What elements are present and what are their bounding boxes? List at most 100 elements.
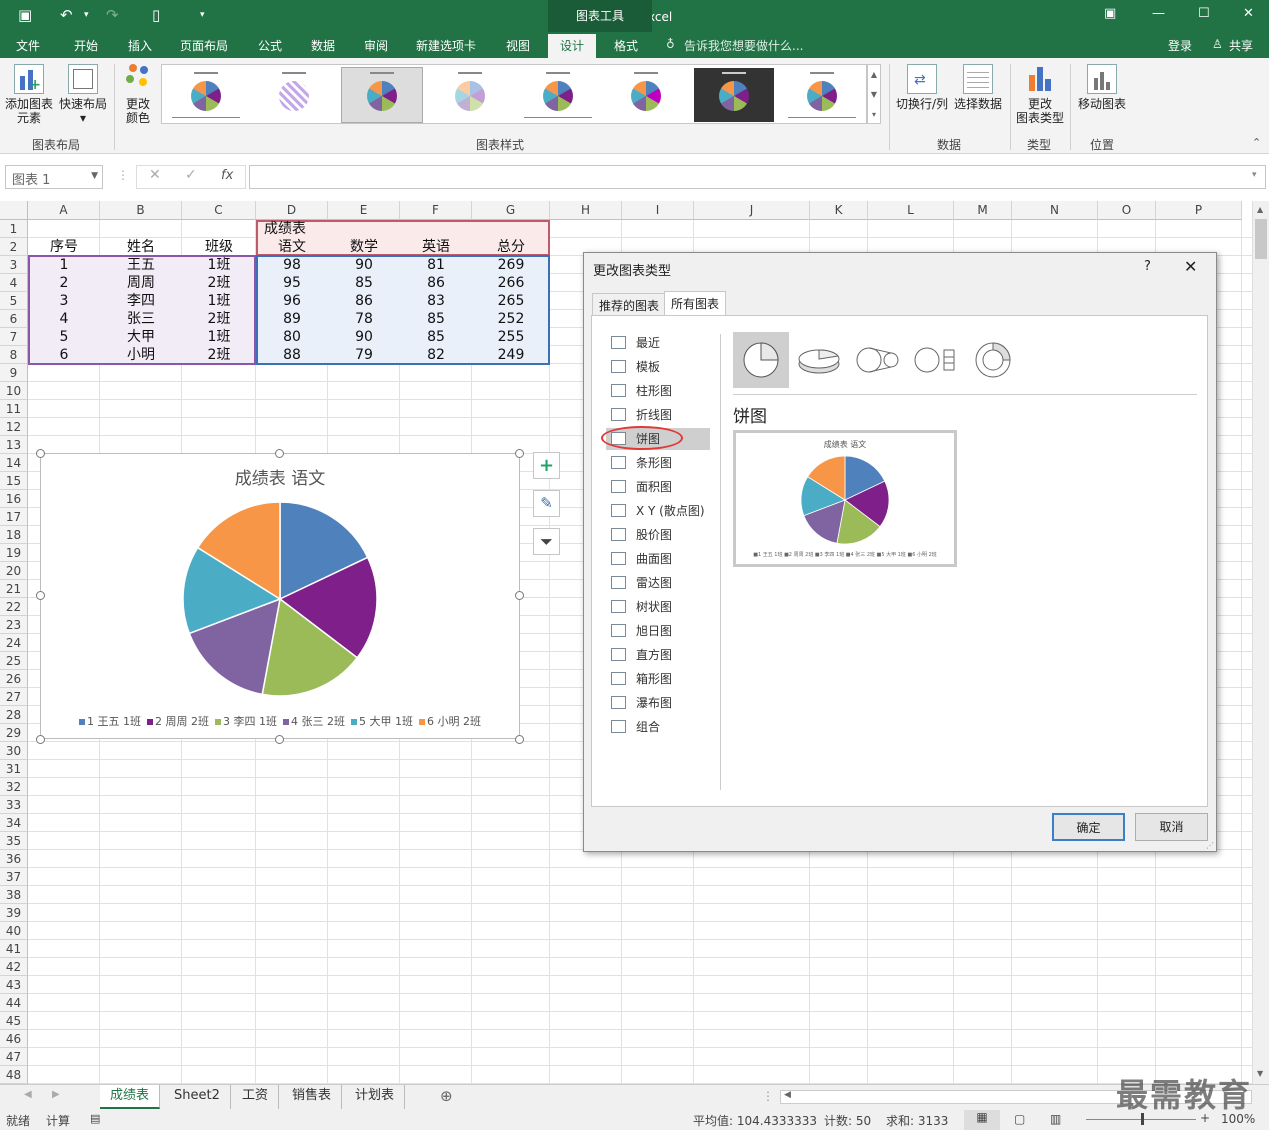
column-header[interactable]: G xyxy=(472,201,550,220)
table-cell[interactable]: 86 xyxy=(400,274,472,292)
row-header[interactable]: 36 xyxy=(0,850,28,868)
legend-entry[interactable]: 6 小明 2班 xyxy=(419,713,481,729)
scroll-left-icon[interactable]: ◀ xyxy=(784,1090,791,1100)
column-header[interactable]: A xyxy=(28,201,100,220)
table-cell[interactable]: 王五 xyxy=(100,256,182,274)
row-header[interactable]: 8 xyxy=(0,346,28,364)
chart-elements-plus-icon[interactable]: + xyxy=(533,452,560,479)
sheet-tab[interactable]: 计划表 xyxy=(345,1085,406,1109)
ok-button[interactable]: 确定 xyxy=(1052,813,1125,841)
switch-row-column-button[interactable]: ⇄ 切换行/列 xyxy=(893,64,951,111)
chart-style-5[interactable] xyxy=(518,68,598,122)
chart-type-item[interactable]: 旭日图 xyxy=(606,620,710,642)
row-header[interactable]: 12 xyxy=(0,418,28,436)
row-header[interactable]: 35 xyxy=(0,832,28,850)
scroll-down-icon[interactable]: ▼ xyxy=(1257,1069,1263,1078)
column-header[interactable]: H xyxy=(550,201,622,220)
table-cell[interactable]: 1班 xyxy=(182,292,256,310)
resize-grip-icon[interactable]: ⋰ xyxy=(1206,841,1214,850)
header-cell[interactable]: 语文 xyxy=(256,238,328,256)
row-header[interactable]: 40 xyxy=(0,922,28,940)
row-header[interactable]: 25 xyxy=(0,652,28,670)
resize-handle[interactable] xyxy=(36,449,45,458)
table-cell[interactable]: 5 xyxy=(28,328,100,346)
column-header[interactable]: K xyxy=(810,201,868,220)
row-header[interactable]: 21 xyxy=(0,580,28,598)
table-cell[interactable]: 81 xyxy=(400,256,472,274)
sheet-tab[interactable]: 销售表 xyxy=(282,1085,343,1109)
chart-style-1[interactable] xyxy=(166,68,246,122)
vertical-scrollbar[interactable]: ▲ ▼ xyxy=(1252,201,1269,1084)
chart-type-item[interactable]: 条形图 xyxy=(606,452,710,474)
chart-filter-icon[interactable]: ⏷ xyxy=(533,528,560,555)
chart-legend[interactable]: 1 王五 1班 2 周周 2班 3 李四 1班 4 张三 2班 5 大甲 1班 6 小明 … xyxy=(41,713,519,729)
table-cell[interactable]: 2班 xyxy=(182,274,256,292)
row-header[interactable]: 34 xyxy=(0,814,28,832)
resize-handle[interactable] xyxy=(275,449,284,458)
enter-icon[interactable]: ✓ xyxy=(185,167,197,183)
share-button[interactable]: 共享 xyxy=(1229,37,1253,54)
resize-handle[interactable] xyxy=(515,449,524,458)
chart-type-item[interactable]: 股价图 xyxy=(606,524,710,546)
sheet-tab[interactable]: Sheet2 xyxy=(164,1085,231,1109)
chart-style-8[interactable] xyxy=(782,68,862,122)
tell-me-search[interactable]: 告诉我您想要做什么... xyxy=(684,37,803,54)
maximize-icon[interactable]: ☐ xyxy=(1198,6,1210,21)
column-header[interactable]: O xyxy=(1098,201,1156,220)
quick-layout-button[interactable]: 快速布局 ▾ xyxy=(57,64,109,125)
ribbon-display-icon[interactable]: ▣ xyxy=(1104,6,1116,21)
chart-type-item[interactable]: 最近 xyxy=(606,332,710,354)
table-cell[interactable]: 4 xyxy=(28,310,100,328)
table-cell[interactable]: 85 xyxy=(400,328,472,346)
resize-handle[interactable] xyxy=(515,591,524,600)
row-header[interactable]: 14 xyxy=(0,454,28,472)
table-cell[interactable]: 张三 xyxy=(100,310,182,328)
row-header[interactable]: 48 xyxy=(0,1066,28,1084)
add-sheet-icon[interactable]: ⊕ xyxy=(440,1087,453,1105)
row-header[interactable]: 43 xyxy=(0,976,28,994)
row-header[interactable]: 37 xyxy=(0,868,28,886)
tab-recommended-charts[interactable]: 推荐的图表 xyxy=(592,293,667,315)
row-header[interactable]: 45 xyxy=(0,1012,28,1030)
row-header[interactable]: 44 xyxy=(0,994,28,1012)
row-header[interactable]: 10 xyxy=(0,382,28,400)
column-header[interactable]: I xyxy=(622,201,694,220)
change-chart-type-button[interactable]: 更改 图表类型 xyxy=(1013,64,1067,125)
help-icon[interactable]: ? xyxy=(1144,259,1151,274)
tab-insert[interactable]: 插入 xyxy=(128,37,152,54)
chart-style-2[interactable] xyxy=(254,68,334,122)
pie-plot-area[interactable] xyxy=(41,484,519,734)
resize-handle[interactable] xyxy=(515,735,524,744)
select-data-button[interactable]: 选择数据 xyxy=(952,64,1004,111)
table-cell[interactable]: 大甲 xyxy=(100,328,182,346)
normal-view-icon[interactable]: ▦ xyxy=(964,1110,1000,1130)
column-header[interactable]: D xyxy=(256,201,328,220)
table-cell[interactable]: 266 xyxy=(472,274,550,292)
gallery-scroll[interactable]: ▲ ▼ ▾ xyxy=(867,64,881,124)
row-header[interactable]: 22 xyxy=(0,598,28,616)
row-header[interactable]: 38 xyxy=(0,886,28,904)
row-header[interactable]: 1 xyxy=(0,220,28,238)
chart-type-item[interactable]: 组合 xyxy=(606,716,710,738)
collapse-ribbon-icon[interactable]: ⌃ xyxy=(1252,136,1261,149)
table-title[interactable]: 成绩表 xyxy=(256,220,326,238)
tab-data[interactable]: 数据 xyxy=(311,37,335,54)
row-header[interactable]: 33 xyxy=(0,796,28,814)
header-cell[interactable]: 数学 xyxy=(328,238,400,256)
table-cell[interactable]: 周周 xyxy=(100,274,182,292)
resize-handle[interactable] xyxy=(275,735,284,744)
row-header[interactable]: 19 xyxy=(0,544,28,562)
page-break-view-icon[interactable]: ▥ xyxy=(1050,1112,1061,1126)
chart-style-4[interactable] xyxy=(430,68,510,122)
next-sheet-icon[interactable]: ▶ xyxy=(52,1089,60,1100)
row-header[interactable]: 2 xyxy=(0,238,28,256)
scroll-up-icon[interactable]: ▲ xyxy=(1257,205,1263,214)
chart-styles-gallery[interactable] xyxy=(161,64,867,124)
chart-style-7[interactable] xyxy=(694,68,774,122)
change-colors-button[interactable]: 更改 颜色 xyxy=(117,64,159,125)
name-box-dropdown-icon[interactable]: ▼ xyxy=(91,171,98,181)
chart-type-item[interactable]: 直方图 xyxy=(606,644,710,666)
table-cell[interactable]: 90 xyxy=(328,328,400,346)
resize-handle[interactable] xyxy=(36,735,45,744)
table-cell[interactable]: 1班 xyxy=(182,328,256,346)
